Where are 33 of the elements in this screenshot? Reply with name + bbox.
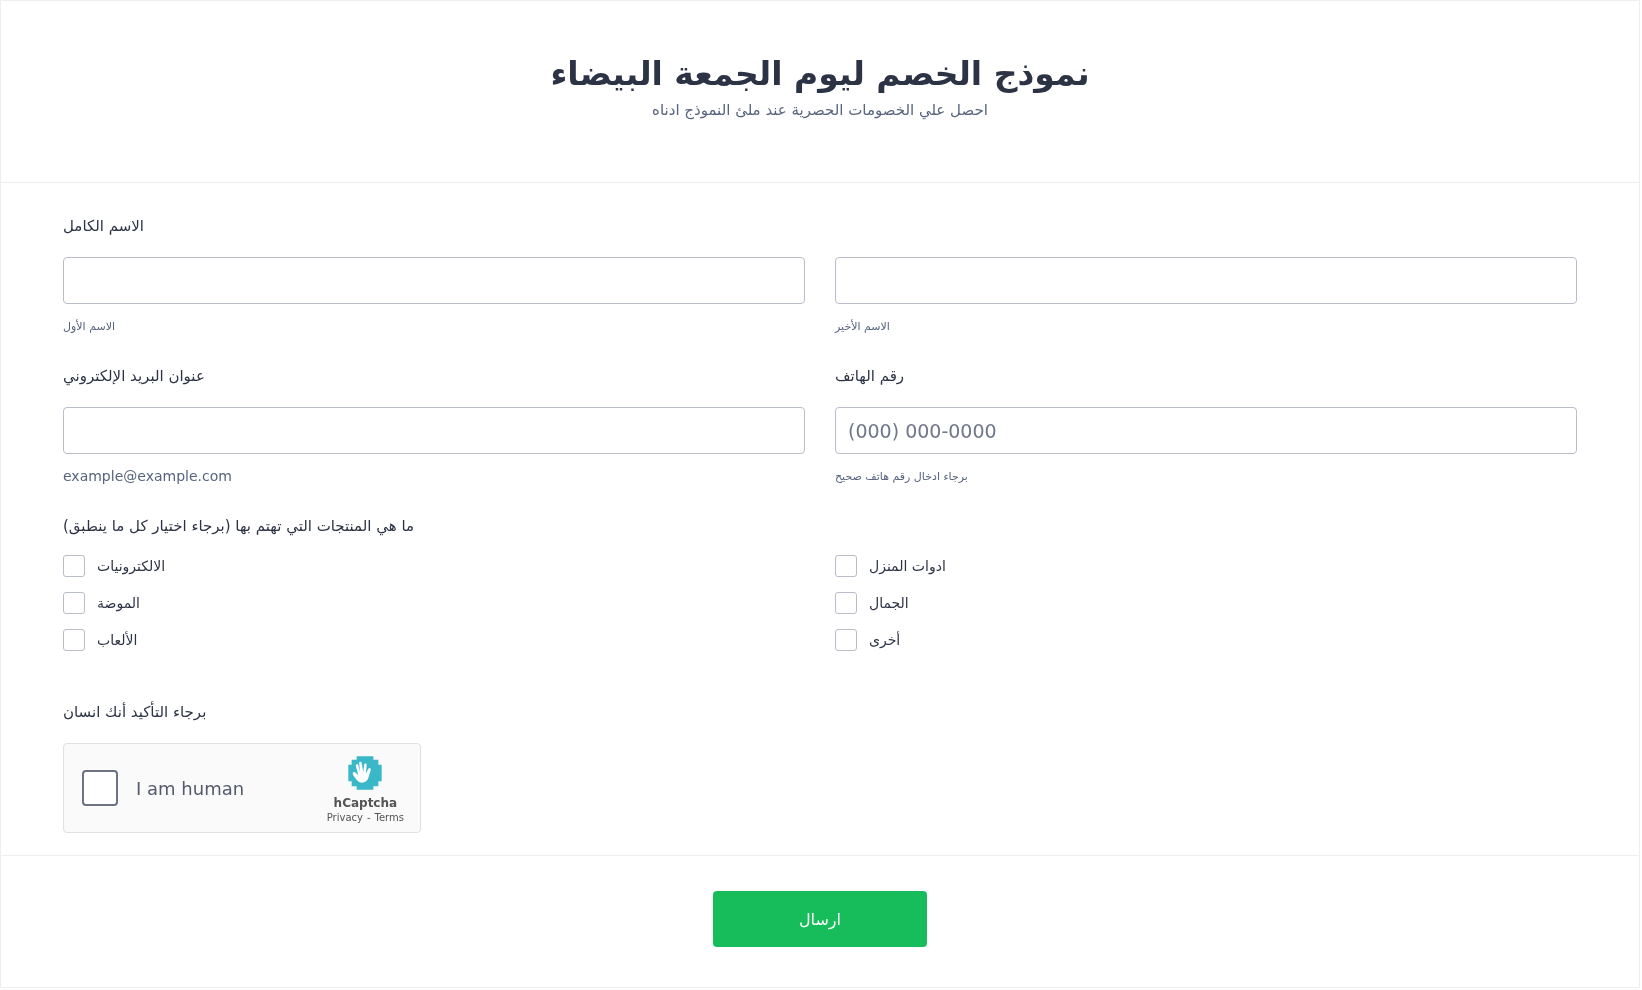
terms-link[interactable]: Terms [374, 811, 404, 823]
checkbox[interactable] [835, 592, 857, 614]
field-hint: برجاء ادخال رقم هاتف صحيح [835, 469, 968, 485]
phone-field[interactable]: (000) 000-0000 [835, 407, 1577, 454]
checkbox[interactable] [63, 555, 85, 577]
checkbox-label: الجمال [869, 595, 909, 611]
form-title: نموذج الخصم ليوم الجمعة البيضاء [550, 53, 1090, 95]
link-separator: - [366, 811, 371, 823]
checkbox[interactable] [835, 555, 857, 577]
email-field[interactable] [63, 407, 805, 454]
field-label: الاسم الكامل [63, 216, 145, 237]
checkbox-label: ادوات المنزل [869, 558, 946, 574]
form-subtitle: احصل علي الخصومات الحصرية عند ملئ النموذج ادناه [652, 101, 988, 119]
field-sublabel: الاسم الأخير [835, 319, 890, 335]
field-hint: example@example.com [63, 468, 232, 484]
field-label: عنوان البريد الإلكتروني [63, 366, 205, 387]
captcha-brand: hCaptcha [333, 795, 398, 810]
input-field[interactable] [63, 257, 805, 304]
checkbox-label: أخرى [869, 632, 901, 648]
checkbox[interactable] [63, 629, 85, 651]
checkbox-label: الموضة [97, 595, 140, 611]
checkbox-label: الألعاب [97, 632, 138, 648]
checkbox[interactable] [835, 629, 857, 651]
question-label: ما هي المنتجات التي تهتم بها (برجاء اختيار كل ما ينطبق) [63, 516, 415, 537]
input-field[interactable] [835, 257, 1577, 304]
field-sublabel: الاسم الأول [63, 319, 115, 335]
field-label: رقم الهاتف [835, 366, 905, 387]
captcha-checkbox[interactable] [82, 770, 118, 806]
checkbox-label: الالكترونيات [97, 558, 166, 574]
privacy-link[interactable]: Privacy [326, 811, 363, 823]
checkbox[interactable] [63, 592, 85, 614]
captcha-label: I am human [136, 777, 246, 799]
field-label: برجاء التأكيد أنك انسان [63, 701, 207, 723]
